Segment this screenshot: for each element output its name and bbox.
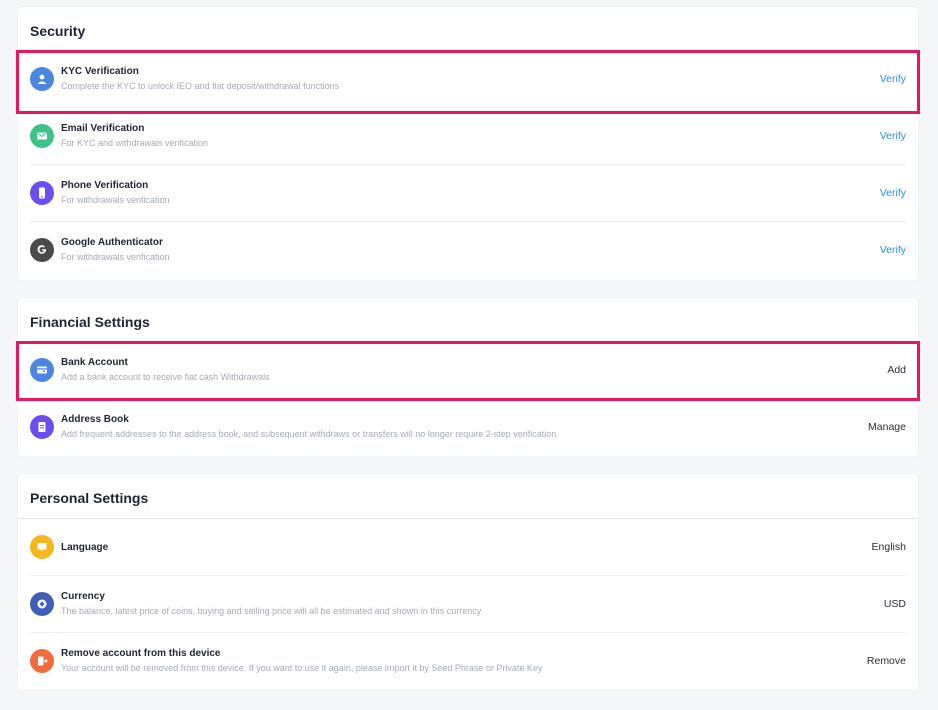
bank-account-desc: Add a bank account to receive fiat cash … [61, 372, 270, 382]
google-authenticator-desc: For withdrawals verification [61, 252, 170, 262]
bank-account-title: Bank Account [61, 357, 128, 368]
bank-card-icon [30, 358, 54, 382]
language-selector[interactable]: English [872, 541, 906, 553]
personal-settings-card: Personal Settings Language English Curre… [18, 474, 918, 690]
remove-account-row[interactable]: Remove account from this device Your acc… [30, 633, 906, 690]
remove-account-title: Remove account from this device [61, 648, 221, 659]
google-verify-button[interactable]: Verify [880, 244, 906, 256]
google-authenticator-title: Google Authenticator [61, 237, 163, 248]
bank-account-row[interactable]: Bank Account Add a bank account to recei… [30, 342, 906, 399]
phone-verification-desc: For withdrawals verification [61, 195, 170, 205]
language-icon [30, 535, 54, 559]
phone-verification-row[interactable]: Phone Verification For withdrawals verif… [30, 165, 906, 222]
google-authenticator-row[interactable]: Google Authenticator For withdrawals ver… [30, 222, 906, 279]
phone-verification-title: Phone Verification [61, 180, 149, 191]
user-icon [30, 67, 54, 91]
remove-account-icon [30, 649, 54, 673]
kyc-verification-title: KYC Verification [61, 66, 139, 77]
phone-verify-button[interactable]: Verify [880, 187, 906, 199]
kyc-verify-button[interactable]: Verify [880, 73, 906, 85]
email-verification-desc: For KYC and withdrawals verification [61, 138, 209, 148]
financial-settings-card: Financial Settings Bank Account Add a ba… [18, 298, 918, 456]
address-book-icon [30, 415, 54, 439]
currency-row[interactable]: Currency The balance, latest price of co… [30, 576, 906, 633]
mail-icon [30, 124, 54, 148]
address-book-manage-button[interactable]: Manage [868, 421, 906, 433]
address-book-desc: Add frequent addresses to the address bo… [61, 429, 557, 439]
currency-title: Currency [61, 591, 105, 602]
currency-icon [30, 592, 54, 616]
kyc-verification-row[interactable]: KYC Verification Complete the KYC to unl… [30, 51, 906, 108]
currency-desc: The balance, latest price of coins, buyi… [61, 606, 482, 616]
financial-settings-title: Financial Settings [30, 314, 150, 330]
remove-account-button[interactable]: Remove [867, 655, 906, 667]
currency-selector[interactable]: USD [884, 598, 906, 610]
kyc-verification-desc: Complete the KYC to unlock IEO and fiat … [61, 81, 340, 91]
address-book-title: Address Book [61, 414, 129, 425]
language-row[interactable]: Language English [30, 519, 906, 576]
google-icon [30, 238, 54, 262]
security-card: Security KYC Verification Complete the K… [18, 7, 918, 280]
email-verification-row[interactable]: Email Verification For KYC and withdrawa… [30, 108, 906, 165]
address-book-row[interactable]: Address Book Add frequent addresses to t… [30, 399, 906, 456]
phone-icon [30, 181, 54, 205]
security-title: Security [30, 23, 86, 39]
email-verification-title: Email Verification [61, 123, 145, 134]
bank-account-add-button[interactable]: Add [887, 364, 906, 376]
language-title: Language [61, 542, 109, 553]
remove-account-desc: Your account will be removed from this d… [61, 663, 543, 673]
personal-settings-title: Personal Settings [30, 490, 149, 506]
email-verify-button[interactable]: Verify [880, 130, 906, 142]
